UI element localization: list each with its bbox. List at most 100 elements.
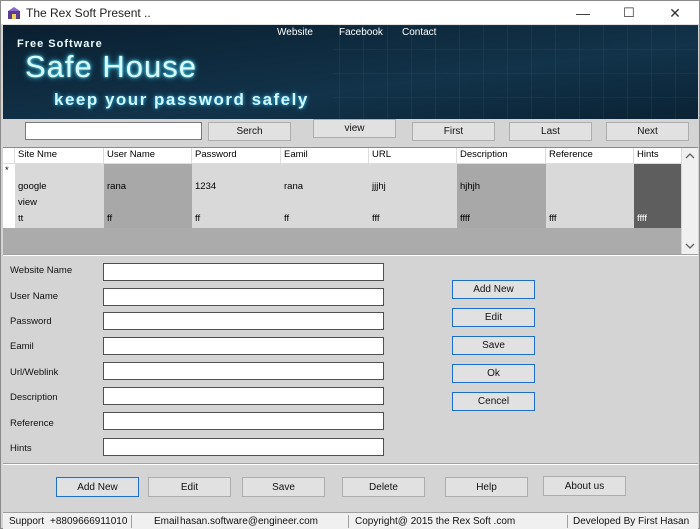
maximize-icon[interactable]: ☐ [606,1,652,25]
app-icon [7,6,21,20]
copyright-text: Copyright@ 2015 the Rex Soft .com [355,516,516,527]
reference-field[interactable] [103,412,384,430]
column-header[interactable]: Reference [546,148,634,164]
save-button[interactable]: Save [242,477,325,497]
last-record-button[interactable]: Last [509,122,592,141]
column-header[interactable]: Eamil [281,148,369,164]
column-header[interactable]: Description [457,148,546,164]
grid-corner [3,148,15,164]
next-record-button[interactable]: Next [606,122,689,141]
grid-cell[interactable] [546,164,634,180]
add-new-button[interactable]: Add New [56,477,139,497]
row-header[interactable] [3,196,15,212]
grid-cell[interactable]: hjhjh [457,180,546,196]
hints-label: Hints [10,443,32,454]
grid-cell[interactable]: fff [369,212,457,228]
support-label: Support [9,516,45,527]
grid-cell[interactable] [546,196,634,212]
edit-side-button[interactable]: Edit [452,308,535,327]
email-status-label: Email [154,516,180,527]
form-bottom-divider [3,463,698,465]
column-header[interactable]: URL [369,148,457,164]
close-icon[interactable]: ✕ [652,1,698,25]
grid-cell[interactable] [104,164,192,180]
email-label: Eamil [10,341,34,352]
app-window: The Rex Soft Present .. — ☐ ✕ Website Fa… [0,0,700,529]
grid-cell[interactable]: ff [192,212,281,228]
view-button[interactable]: view [313,119,396,138]
grid-cell[interactable]: jjjhj [369,180,457,196]
about-us-button[interactable]: About us [543,476,626,496]
grid-cell[interactable]: 1234 [192,180,281,196]
grid-form-divider [3,254,698,256]
column-header[interactable]: Password [192,148,281,164]
grid-cell[interactable] [281,196,369,212]
grid-cell[interactable] [634,164,681,180]
grid-cell[interactable] [15,164,104,180]
cancel-side-button[interactable]: Cencel [452,392,535,411]
grid-cell[interactable] [281,164,369,180]
grid-cell[interactable]: ffff [457,212,546,228]
header-banner: Website Facebook Contact Free Software S… [3,25,698,119]
first-record-button[interactable]: First [412,122,495,141]
grid-cell[interactable] [457,196,546,212]
edit-button[interactable]: Edit [148,477,231,497]
search-button[interactable]: Serch [208,122,291,141]
description-label: Description [10,392,58,403]
grid-cell[interactable]: google [15,180,104,196]
row-header[interactable] [3,212,15,228]
grid-cell[interactable] [546,180,634,196]
new-row-marker: * [3,164,15,180]
delete-button[interactable]: Delete [342,477,425,497]
grid-cell[interactable]: tt [15,212,104,228]
user-name-field[interactable] [103,288,384,306]
reference-label: Reference [10,418,54,429]
user-name-label: User Name [10,291,59,302]
grid-cell[interactable] [192,164,281,180]
minimize-icon[interactable]: — [560,1,606,25]
scroll-down-icon[interactable] [682,238,698,254]
search-input[interactable] [25,122,202,140]
help-button[interactable]: Help [445,477,528,497]
grid-cell[interactable] [634,196,681,212]
scroll-up-icon[interactable] [682,148,698,164]
status-bar: Support +8809666911010 Email hasan.softw… [3,512,698,529]
email-field[interactable] [103,337,384,355]
grid-cell[interactable] [369,164,457,180]
grid-cell[interactable] [104,196,192,212]
grid-cell[interactable] [634,180,681,196]
grid-cell[interactable]: rana [104,180,192,196]
grid-cell[interactable]: ff [281,212,369,228]
row-header[interactable] [3,180,15,196]
column-header[interactable]: Hints [634,148,681,164]
nav-website-link[interactable]: Website [277,27,313,38]
grid-cell[interactable]: ffff [634,212,681,228]
website-name-field[interactable] [103,263,384,281]
status-separator [131,515,132,528]
developer-credit: Developed By First Hasan [573,516,690,527]
grid-cell[interactable]: rana [281,180,369,196]
grid-cell[interactable]: view [15,196,104,212]
grid-cell[interactable]: ff [104,212,192,228]
url-field[interactable] [103,362,384,380]
website-name-label: Website Name [10,265,73,276]
grid-cell[interactable]: fff [546,212,634,228]
hints-field[interactable] [103,438,384,456]
nav-facebook-link[interactable]: Facebook [339,27,383,38]
column-header[interactable]: User Name [104,148,192,164]
add-new-side-button[interactable]: Add New [452,280,535,299]
save-side-button[interactable]: Save [452,336,535,355]
column-header[interactable]: Site Nme [15,148,104,164]
grid-cell[interactable] [192,196,281,212]
grid-cell[interactable] [369,196,457,212]
grid-cell[interactable] [457,164,546,180]
app-tagline: keep your password safely [54,90,309,109]
description-field[interactable] [103,387,384,405]
window-title: The Rex Soft Present .. [26,6,151,20]
password-field[interactable] [103,312,384,330]
grid-vertical-scrollbar[interactable] [681,148,698,254]
support-phone: +8809666911010 [50,516,128,527]
nav-contact-link[interactable]: Contact [402,27,436,38]
ok-side-button[interactable]: Ok [452,364,535,383]
records-grid[interactable]: Site Nme User Name Password Eamil URL De… [3,147,698,254]
